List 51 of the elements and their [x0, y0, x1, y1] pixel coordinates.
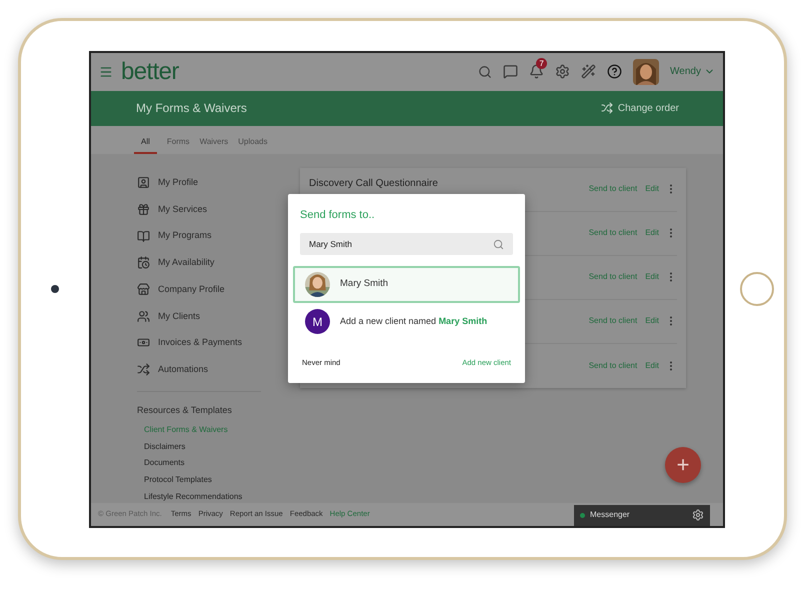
- section-heading: Resources & Templates: [137, 404, 233, 417]
- user-menu[interactable]: Wendy: [670, 64, 715, 79]
- tab[interactable]: Forms: [166, 132, 190, 154]
- settings-icon[interactable]: [692, 509, 704, 521]
- shuffle-icon: [600, 102, 613, 114]
- search-field[interactable]: Mary Smith: [300, 233, 513, 255]
- sidebar-item[interactable]: My Clients: [137, 302, 291, 330]
- sidebar-item[interactable]: Invoices & Payments: [137, 330, 291, 356]
- add-button[interactable]: +: [665, 446, 701, 482]
- shuffle-icon: [137, 363, 150, 376]
- store-icon: [137, 283, 150, 296]
- dollar-bill-icon: [137, 336, 150, 350]
- client-option[interactable]: Mary Smith: [293, 266, 520, 303]
- change-order-button[interactable]: Change order: [600, 100, 679, 116]
- camera-icon: [51, 285, 59, 293]
- sidebar-item[interactable]: My Profile: [137, 170, 291, 196]
- initial-avatar: M: [305, 309, 330, 334]
- search-icon: [493, 238, 504, 250]
- help-icon[interactable]: [607, 64, 622, 79]
- page-title: My Forms & Waivers: [136, 100, 247, 117]
- tab[interactable]: Waivers: [200, 132, 228, 154]
- menu-icon[interactable]: [99, 64, 113, 78]
- resource-link[interactable]: Protocol Templates: [144, 472, 291, 489]
- messenger-bar[interactable]: Messenger: [574, 504, 710, 526]
- book-icon: [137, 230, 150, 243]
- add-client-text: Add a new client named Mary Smith: [340, 314, 488, 328]
- settings-icon[interactable]: [555, 64, 570, 79]
- form-title: Discovery Call Questionnaire: [309, 176, 438, 190]
- tab[interactable]: All: [134, 132, 157, 154]
- home-button[interactable]: [740, 272, 774, 306]
- magic-wand-icon[interactable]: [581, 64, 596, 79]
- people-icon: [137, 310, 150, 323]
- sidebar-item[interactable]: Automations: [137, 356, 291, 383]
- resource-link[interactable]: Documents: [144, 455, 291, 472]
- sidebar-item[interactable]: My Programs: [137, 222, 291, 250]
- search-icon[interactable]: [478, 64, 492, 78]
- tab[interactable]: Uploads: [238, 132, 268, 154]
- profile-icon: [137, 176, 150, 190]
- sidebar-item[interactable]: Company Profile: [137, 276, 291, 303]
- resource-link[interactable]: Lifestyle Recommendations: [144, 488, 291, 506]
- dialog-title: Send forms to..: [300, 208, 376, 222]
- resource-link[interactable]: Disclaimers: [144, 438, 291, 456]
- sidebar-item[interactable]: My Availability: [137, 250, 291, 276]
- messenger-label: Messenger: [590, 509, 630, 521]
- gift-icon: [137, 203, 150, 216]
- chat-icon[interactable]: [503, 64, 518, 79]
- sidebar-item[interactable]: My Services: [137, 196, 291, 223]
- notification-badge: 7: [536, 58, 548, 69]
- calendar-clock-icon: [137, 256, 150, 270]
- bell-icon[interactable]: [529, 64, 544, 79]
- logo[interactable]: better: [121, 60, 179, 84]
